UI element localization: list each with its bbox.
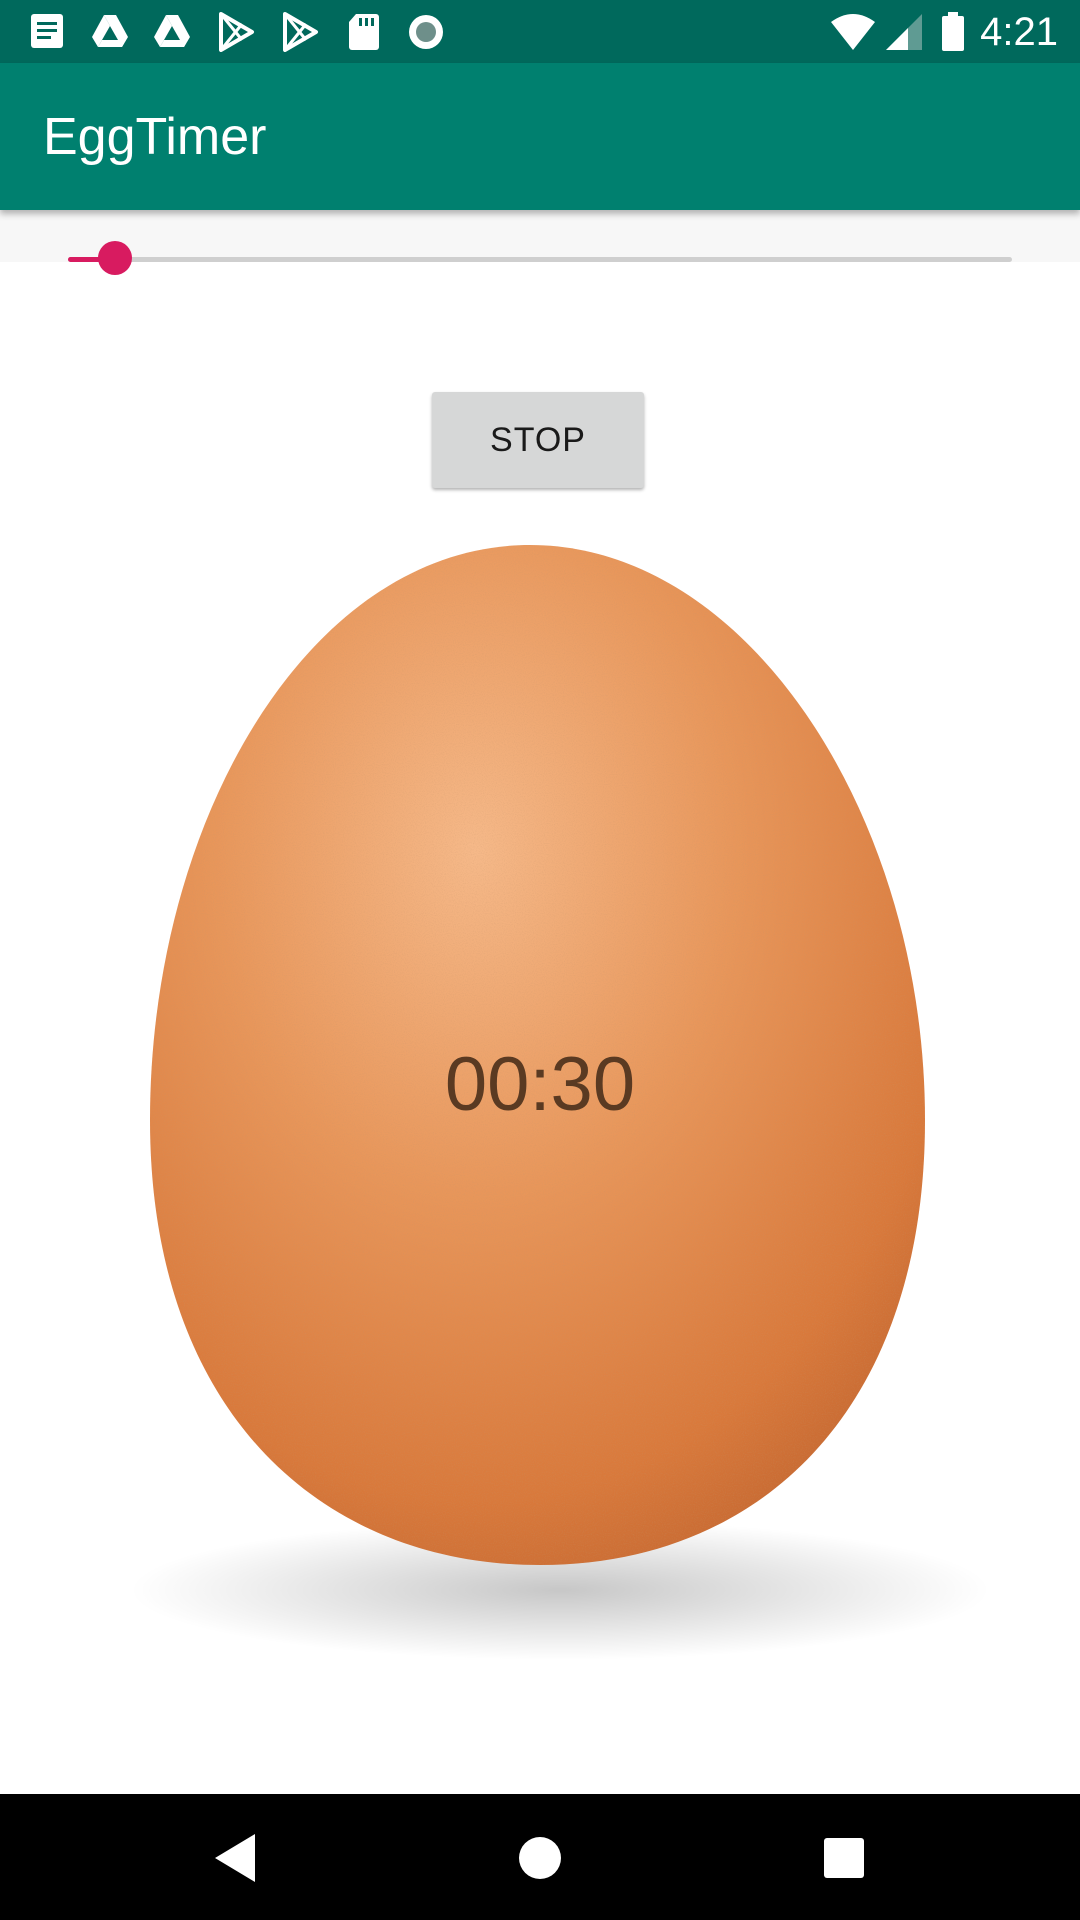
- notes-icon: [31, 14, 63, 48]
- sd-card-icon: [349, 14, 379, 50]
- back-icon[interactable]: [197, 1820, 273, 1896]
- play-store-icon: [219, 12, 254, 52]
- slider-thumb[interactable]: [98, 241, 133, 275]
- home-icon[interactable]: [502, 1820, 578, 1896]
- timer-display: 00:30: [444, 1042, 636, 1127]
- battery-icon: [942, 12, 964, 51]
- play-store-icon: [283, 12, 318, 52]
- wifi-icon: [831, 14, 875, 50]
- recents-icon[interactable]: [806, 1820, 882, 1896]
- record-icon: [409, 15, 443, 49]
- slider-track[interactable]: [68, 257, 1012, 262]
- status-time: 4:21: [980, 10, 1058, 54]
- stop-button[interactable]: STOP: [432, 392, 644, 488]
- status-bar: 4:21: [0, 0, 1080, 63]
- drive-icon: [154, 15, 190, 47]
- timer-slider-container: [0, 210, 1080, 275]
- cell-signal-icon: [886, 14, 922, 50]
- app-title: EggTimer: [43, 108, 267, 166]
- drive-icon: [92, 15, 128, 47]
- app-bar: EggTimer: [0, 63, 1080, 210]
- navigation-bar: [0, 1794, 1080, 1920]
